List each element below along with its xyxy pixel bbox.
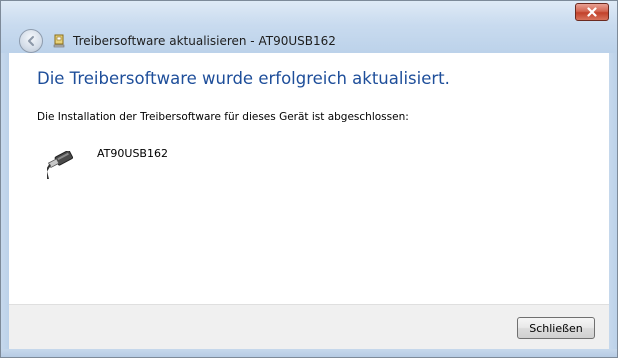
- frame-bottom: [1, 349, 617, 357]
- close-icon: [587, 7, 597, 17]
- back-button[interactable]: [19, 29, 43, 53]
- dialog-content: Die Treibersoftware wurde erfolgreich ak…: [9, 53, 609, 305]
- usb-plug-icon: [47, 151, 73, 179]
- close-dialog-button[interactable]: Schließen: [517, 317, 595, 339]
- window-close-button[interactable]: [575, 3, 609, 21]
- device-name: AT90USB162: [97, 147, 168, 160]
- title-bar: Treibersoftware aktualisieren - AT90USB1…: [1, 1, 617, 53]
- frame-right: [609, 53, 617, 357]
- completion-description: Die Installation der Treibersoftware für…: [37, 111, 409, 123]
- success-headline: Die Treibersoftware wurde erfolgreich ak…: [37, 69, 450, 88]
- dialog-footer: Schließen: [9, 304, 609, 349]
- back-arrow-icon: [28, 36, 34, 46]
- window-title: Treibersoftware aktualisieren - AT90USB1…: [73, 34, 336, 48]
- frame-left: [1, 53, 9, 357]
- driver-update-dialog: Treibersoftware aktualisieren - AT90USB1…: [0, 0, 618, 358]
- device-manager-icon: [53, 34, 65, 48]
